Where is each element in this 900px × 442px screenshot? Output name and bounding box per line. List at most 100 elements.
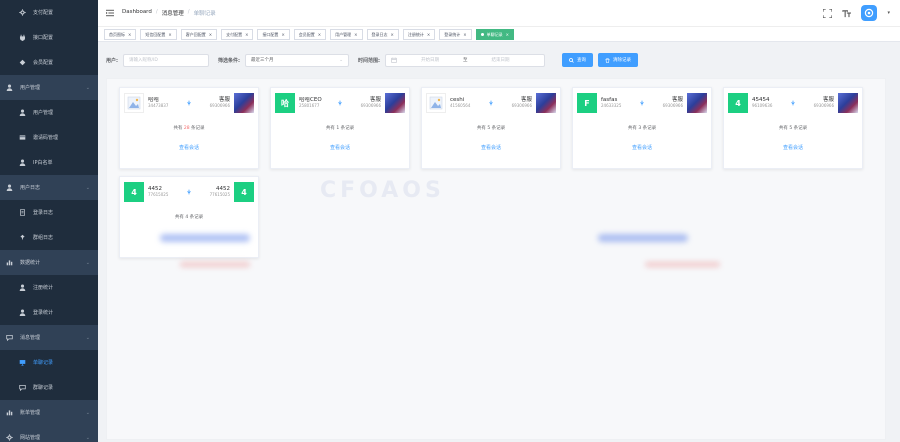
sidebar-group-16[interactable]: 账单管理 ⌄ [0, 400, 98, 425]
sidebar-item-label: 消息管理 [20, 335, 41, 341]
tag-0[interactable]: 首页图标 × [104, 29, 137, 40]
close-icon[interactable]: × [245, 32, 248, 37]
breadcrumb: Dashboard / 消息管理 / 单聊记录 [122, 9, 216, 17]
close-icon[interactable]: × [209, 32, 212, 37]
transfer-arrow-icon [788, 100, 798, 106]
avatar[interactable] [861, 5, 878, 21]
tag-6[interactable]: 用户管理 × [330, 29, 363, 40]
close-icon[interactable]: × [168, 32, 171, 37]
active-dot-icon [480, 33, 484, 36]
chat-participants: 4 45454 96109636 客服 69306966 [728, 92, 858, 114]
search-button[interactable]: 查询 [562, 53, 593, 67]
tag-7[interactable]: 登录日志 × [366, 29, 399, 40]
tag-1[interactable]: 短信回配置 × [140, 29, 177, 40]
close-icon[interactable]: × [318, 32, 321, 37]
close-icon[interactable]: × [506, 32, 509, 37]
tag-3[interactable]: 支付配置 × [221, 29, 254, 40]
chevron-down-icon: ⌄ [85, 84, 90, 91]
sidebar-item-2[interactable]: 会员配置 [0, 50, 98, 75]
chat-card: 哈哈哈CEO 25801677 客服 69306966 共有 1 条记录 查看会话 [270, 87, 410, 169]
breadcrumb-item[interactable]: Dashboard [122, 9, 152, 17]
record-count: 共有 4 条记录 [120, 214, 258, 220]
chevron-down-icon: ⌄ [85, 184, 90, 191]
sidebar-group-7[interactable]: 用户日志 ⌄ [0, 175, 98, 200]
close-icon[interactable]: × [427, 32, 430, 37]
sidebar-item-label: 网站管理 [20, 435, 41, 441]
view-conversation-link[interactable]: 查看会话 [422, 144, 560, 151]
close-icon[interactable]: × [354, 32, 357, 37]
record-count-value: 3 [638, 126, 642, 131]
sidebar-group-10[interactable]: 数据统计 ⌄ [0, 250, 98, 275]
tag-5[interactable]: 会员配置 × [293, 29, 327, 40]
service-info: 客服 69306966 [496, 97, 532, 108]
breadcrumb-separator: / [155, 9, 158, 15]
close-icon[interactable]: × [128, 32, 131, 37]
sidebar-group-13[interactable]: 消息管理 ⌄ [0, 325, 98, 350]
sidebar-item-label: 邀请码管理 [33, 135, 59, 141]
sidebar-item-8[interactable]: 登录日志 [0, 200, 98, 225]
breadcrumb-item[interactable]: 消息管理 [162, 9, 184, 17]
tag-2[interactable]: 客户回配置 × [180, 29, 218, 40]
record-count-prefix: 共有 [173, 126, 183, 131]
condition-select[interactable]: 最近三个月 ⌄ [245, 53, 349, 67]
tag-4[interactable]: 接口配置 × [257, 29, 290, 40]
close-icon[interactable]: × [391, 32, 394, 37]
chevron-down-icon[interactable]: ▾ [887, 10, 890, 16]
date-range-picker[interactable]: 开始日期 至 结束日期 [385, 53, 545, 67]
view-conversation-link[interactable]: 查看会话 [724, 144, 862, 151]
service-avatar: 4 [234, 182, 254, 202]
broken-image-icon [429, 96, 443, 110]
sidebar-item-14[interactable]: 单聊记录 [0, 350, 98, 375]
sidebar-item-label: 账单管理 [20, 410, 41, 416]
condition-select-value: 最近三个月 [251, 58, 274, 63]
tag-10[interactable]: 单聊记录 × [475, 29, 514, 40]
service-id: 69306966 [360, 102, 381, 108]
sidebar-item-11[interactable]: 注册统计 [0, 275, 98, 300]
record-count: 共有 1 条记录 [271, 125, 409, 131]
user-icon [19, 309, 26, 316]
sidebar-group-17[interactable]: 网站管理 ⌄ [0, 425, 98, 442]
view-conversation-link[interactable]: 查看会话 [271, 144, 409, 151]
close-icon[interactable]: × [463, 32, 466, 37]
user-avatar: F [577, 93, 597, 113]
user-search-input[interactable]: 请输入昵称/ID [123, 53, 209, 67]
sidebar-item-15[interactable]: 群聊记录 [0, 375, 98, 400]
service-info: 客服 69306966 [194, 97, 230, 108]
sidebar-item-9[interactable]: 群组日志 [0, 225, 98, 250]
record-count-suffix: 条记录 [642, 126, 657, 131]
clear-records-button[interactable]: 清除记录 [598, 53, 638, 67]
sidebar-item-label: 用户管理 [33, 110, 54, 116]
doc-icon [19, 209, 26, 216]
close-icon[interactable]: × [281, 32, 284, 37]
tag-9[interactable]: 登录统计 × [439, 29, 472, 40]
hamburger-icon[interactable] [106, 9, 114, 17]
font-size-icon[interactable] [842, 9, 852, 18]
tag-8[interactable]: 注册统计 × [402, 29, 436, 40]
end-date-input[interactable]: 结束日期 [476, 57, 526, 63]
user-icon [19, 109, 26, 116]
record-count-suffix: 条记录 [191, 126, 205, 131]
gear-icon [19, 9, 26, 16]
sidebar-item-12[interactable]: 登录统计 [0, 300, 98, 325]
sidebar-item-label: 接口配置 [33, 35, 54, 41]
user-info: ceshi 41560564 [450, 97, 486, 108]
view-conversation-link[interactable]: 查看会话 [120, 144, 258, 151]
chart-icon [6, 409, 13, 416]
chat-icon [19, 384, 26, 391]
transfer-arrow-icon [637, 100, 647, 106]
view-conversation-link[interactable]: 查看会话 [573, 144, 711, 151]
tag-label: 首页图标 [109, 31, 125, 37]
search-icon [569, 57, 574, 63]
chevron-down-icon: ⌄ [85, 259, 90, 266]
sidebar-item-0[interactable]: 支付配置 [0, 0, 98, 25]
start-date-input[interactable]: 开始日期 [405, 57, 455, 63]
record-count-value: 28 [183, 126, 190, 131]
sidebar-item-5[interactable]: 邀请码管理 [0, 125, 98, 150]
gear-icon [6, 434, 13, 441]
sidebar-item-6[interactable]: IP白名单 [0, 150, 98, 175]
sidebar-item-1[interactable]: 接口配置 [0, 25, 98, 50]
sidebar-item-4[interactable]: 用户管理 [0, 100, 98, 125]
record-count-prefix: 共有 [325, 126, 335, 131]
sidebar-group-3[interactable]: 用户管理 ⌄ [0, 75, 98, 100]
fullscreen-icon[interactable] [823, 8, 833, 18]
